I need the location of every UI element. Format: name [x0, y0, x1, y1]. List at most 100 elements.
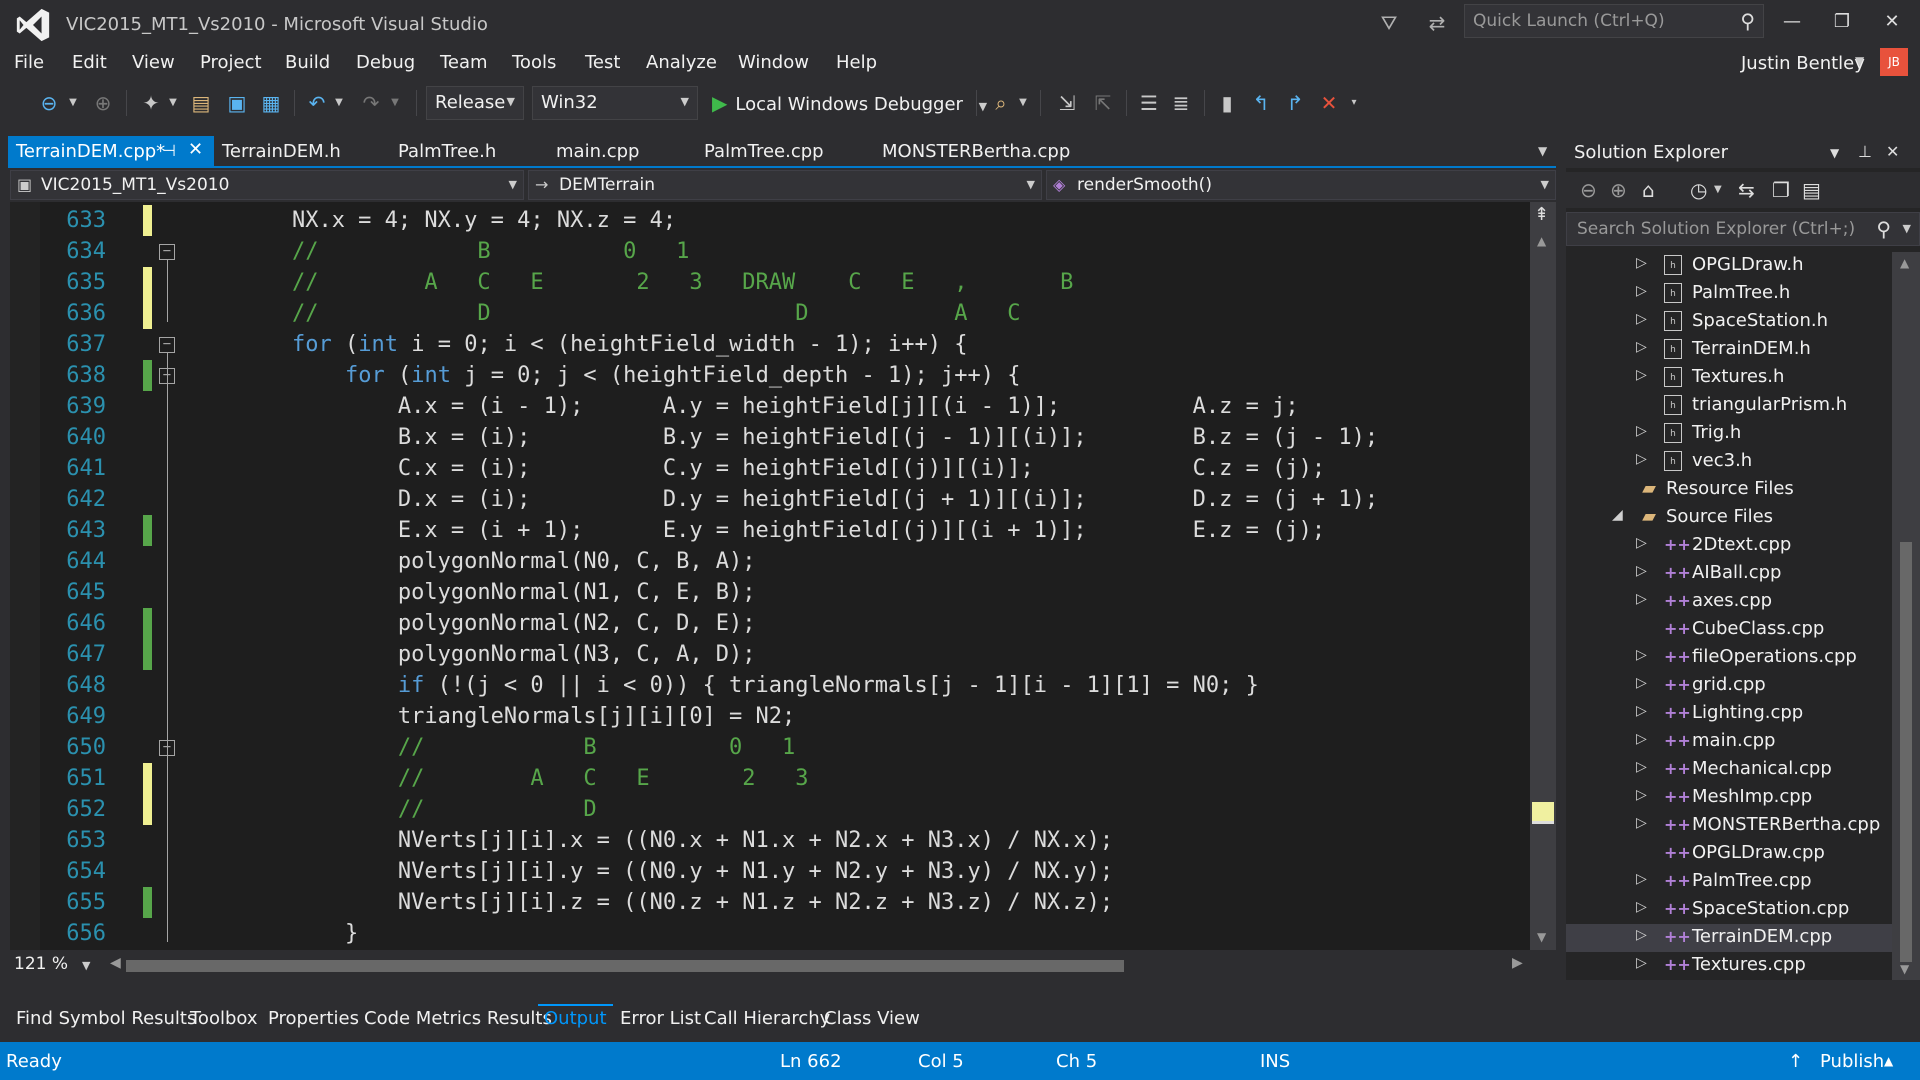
platform-select[interactable]: Win32 ▼ [532, 86, 698, 120]
solution-item[interactable]: ▷ ++ 2Dtext.cpp [1566, 532, 1892, 560]
expand-arrow-icon[interactable]: ▷ [1636, 423, 1647, 439]
next-bookmark-icon[interactable]: ↱ [1280, 88, 1310, 118]
home-icon[interactable]: ⌂ [1642, 178, 1655, 202]
save-all-icon[interactable]: ▦ [256, 88, 286, 118]
code-line[interactable]: 650− // B 0 1 [10, 732, 1530, 763]
solution-item[interactable]: ▷ ++ Mechanical.cpp [1566, 756, 1892, 784]
arrow-up-icon[interactable]: ↑ [1788, 1051, 1803, 1072]
expand-arrow-icon[interactable]: ▷ [1636, 563, 1647, 579]
chevron-down-icon[interactable]: ▼ [166, 88, 180, 118]
expand-arrow-icon[interactable]: ▷ [1636, 731, 1647, 747]
expand-arrow-icon[interactable]: ▷ [1636, 367, 1647, 383]
solution-vertical-scrollbar[interactable]: ▲ ▼ [1892, 252, 1920, 980]
chevron-down-icon[interactable]: ▼ [1855, 54, 1864, 68]
notifications-filter-icon[interactable]: ⛛ [1374, 8, 1404, 38]
new-project-icon[interactable]: ✦ [136, 88, 166, 118]
solution-item[interactable]: ▷ ++ grid.cpp [1566, 672, 1892, 700]
solution-item[interactable]: ▷ ++ TerrainDEM.cpp [1566, 924, 1892, 952]
expand-arrow-icon[interactable]: ▷ [1636, 647, 1647, 663]
solution-item[interactable]: ▷ ++ main.cpp [1566, 728, 1892, 756]
expand-arrow-icon[interactable]: ▷ [1636, 591, 1647, 607]
previous-bookmark-icon[interactable]: ↰ [1246, 88, 1276, 118]
horizontal-scroll-thumb[interactable] [126, 960, 1124, 972]
solution-item[interactable]: ▷ ++ Lighting.cpp [1566, 700, 1892, 728]
member-select[interactable]: ◈ renderSmooth() ▼ [1046, 170, 1556, 200]
expand-arrow-icon[interactable]: ▷ [1636, 955, 1647, 971]
project-select[interactable]: ▣ VIC2015_MT1_Vs2010 ▼ [10, 170, 524, 200]
tab-palmtree-cpp[interactable]: PalmTree.cpp [696, 136, 832, 166]
code-line[interactable]: 648 if (!(j < 0 || i < 0)) { triangleNor… [10, 670, 1530, 701]
code-line[interactable]: 653 NVerts[j][i].x = ((N0.x + N1.x + N2.… [10, 825, 1530, 856]
tab-overflow-icon[interactable]: ▼ [1538, 144, 1547, 158]
chevron-down-icon[interactable]: ▼ [332, 88, 346, 118]
scroll-down-icon[interactable]: ▼ [1537, 930, 1546, 944]
expand-arrow-icon[interactable]: ▷ [1636, 815, 1647, 831]
bookmark-icon[interactable]: ▮ [1212, 88, 1242, 118]
tab-terraindem-cpp[interactable]: TerrainDEM.cpp* ⊣ ✕ [8, 136, 214, 166]
menu-project[interactable]: Project [200, 52, 262, 73]
tab-palmtree-h[interactable]: PalmTree.h [390, 136, 504, 166]
expand-arrow-icon[interactable]: ▷ [1636, 871, 1647, 887]
solution-item[interactable]: ▷ ++ fileOperations.cpp [1566, 644, 1892, 672]
solution-item[interactable]: ++ CubeClass.cpp [1566, 616, 1892, 644]
code-line[interactable]: 640 B.x = (i); B.y = heightField[(j - 1)… [10, 422, 1530, 453]
scroll-left-icon[interactable]: ◀ [110, 955, 121, 971]
redo-icon[interactable]: ↷ [356, 88, 386, 118]
collapse-region-icon[interactable]: − [159, 244, 175, 260]
code-line[interactable]: 647 polygonNormal(N3, C, A, D); [10, 639, 1530, 670]
find-in-files-icon[interactable]: ⌕ [986, 88, 1016, 118]
solution-item[interactable]: ▷ h SpaceStation.h [1566, 308, 1892, 336]
back-icon[interactable]: ⊖ [1580, 178, 1597, 202]
tab-error-list[interactable]: Error List [614, 1006, 707, 1031]
tab-output[interactable]: Output [538, 1004, 613, 1031]
menu-window[interactable]: Window [738, 52, 809, 73]
expand-arrow-icon[interactable]: ▷ [1636, 339, 1647, 355]
expand-arrow-icon[interactable]: ▷ [1636, 535, 1647, 551]
code-line[interactable]: 644 polygonNormal(N0, C, B, A); [10, 546, 1530, 577]
configuration-select[interactable]: Release ▼ [426, 86, 524, 120]
code-line[interactable]: 655 NVerts[j][i].z = ((N0.z + N1.z + N2.… [10, 887, 1530, 918]
solution-item[interactable]: ▷ h PalmTree.h [1566, 280, 1892, 308]
show-all-files-icon[interactable]: ▤ [1802, 178, 1821, 202]
tab-class-view[interactable]: Class View [818, 1006, 926, 1031]
scroll-up-icon[interactable]: ▲ [1900, 256, 1909, 270]
menu-team[interactable]: Team [440, 52, 488, 73]
code-line[interactable]: 654 NVerts[j][i].y = ((N0.y + N1.y + N2.… [10, 856, 1530, 887]
menu-file[interactable]: File [14, 52, 44, 73]
expand-arrow-icon[interactable]: ▷ [1636, 703, 1647, 719]
scope-select[interactable]: → DEMTerrain ▼ [528, 170, 1042, 200]
pending-changes-icon[interactable]: ◷ [1690, 178, 1707, 202]
chevron-down-icon[interactable]: ▼ [1714, 184, 1722, 195]
solution-item[interactable]: ▷ ++ axes.cpp [1566, 588, 1892, 616]
chevron-down-icon[interactable]: ▼ [388, 88, 402, 118]
collapse-all-icon[interactable]: ❐ [1772, 178, 1790, 202]
code-line[interactable]: 656 } [10, 918, 1530, 949]
scroll-down-icon[interactable]: ▼ [1900, 962, 1909, 976]
solution-item[interactable]: h triangularPrism.h [1566, 392, 1892, 420]
chevron-up-icon[interactable]: ▲ [1884, 1054, 1893, 1068]
code-line[interactable]: 652 // D [10, 794, 1530, 825]
step-into-icon[interactable]: ⇲ [1052, 88, 1082, 118]
scroll-up-icon[interactable]: ▲ [1537, 234, 1546, 248]
code-line[interactable]: 641 C.x = (i); C.y = heightField[(j)][(i… [10, 453, 1530, 484]
expand-arrow-icon[interactable]: ▷ [1636, 759, 1647, 775]
solution-item[interactable]: ▷ ++ SpaceStation.cpp [1566, 896, 1892, 924]
code-line[interactable]: 638− for (int j = 0; j < (heightField_de… [10, 360, 1530, 391]
step-over-icon[interactable]: ⇱ [1088, 88, 1118, 118]
save-icon[interactable]: ▣ [222, 88, 252, 118]
quick-launch-input[interactable]: Quick Launch (Ctrl+Q) ⚲ [1464, 4, 1764, 38]
tab-properties[interactable]: Properties [262, 1006, 365, 1031]
restore-button[interactable]: ❐ [1822, 4, 1862, 40]
code-line[interactable]: 636 // D D A C [10, 298, 1530, 329]
close-icon[interactable]: ✕ [1886, 142, 1899, 161]
chevron-down-icon[interactable]: ▼ [1016, 88, 1030, 118]
tab-toolbox[interactable]: Toolbox [184, 1006, 264, 1031]
solution-search-input[interactable]: Search Solution Explorer (Ctrl+;) ⚲ ▼ [1566, 212, 1920, 246]
avatar[interactable]: JB [1880, 48, 1908, 76]
solution-item[interactable]: ▷ ++ Textures.cpp [1566, 952, 1892, 980]
navigate-back-icon[interactable]: ⊖ [34, 88, 64, 118]
pin-icon[interactable]: ⊥ [1858, 142, 1872, 161]
menu-test[interactable]: Test [585, 52, 620, 73]
tab-code-metrics-results[interactable]: Code Metrics Results [358, 1006, 558, 1031]
solution-item[interactable]: ▷ ++ MONSTERBertha.cpp [1566, 812, 1892, 840]
